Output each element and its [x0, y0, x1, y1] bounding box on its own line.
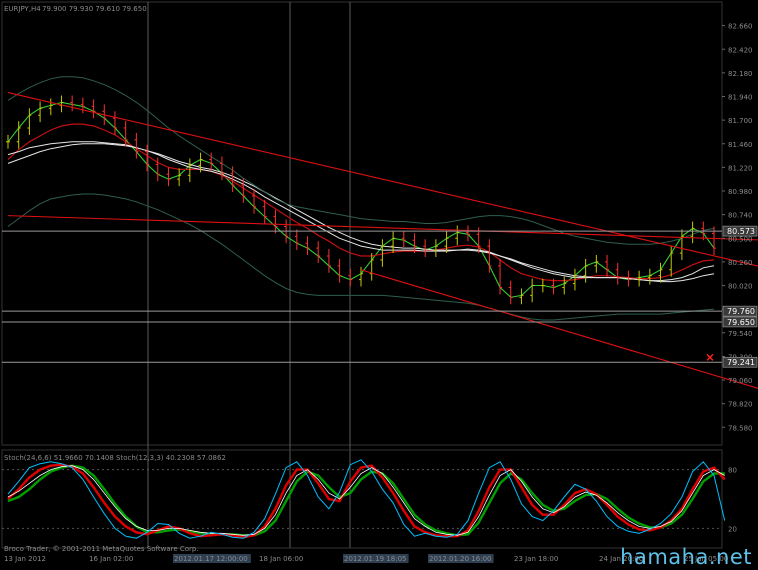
y-tick-label: 78.580: [728, 424, 753, 432]
y-tick-label: 82.660: [728, 23, 753, 31]
price-chart: 80 20 82.660 82.420 82.180 81.940 81.700 81.46…: [0, 0, 758, 570]
y-tick-label: 78.820: [728, 401, 753, 409]
y-tick-label: 79.060: [728, 377, 753, 385]
watermark: hamaha.net: [620, 545, 752, 569]
y-tick-label: 82.420: [728, 46, 753, 54]
ohlc-readout: 79.900 79.930 79.610 79.650: [42, 5, 147, 13]
x-tick-label: 16 Jan 02:00: [89, 555, 133, 563]
y-tick-label: 80.980: [728, 188, 753, 196]
stoch-level-label: 80: [728, 467, 737, 475]
y-tick-label: 82.180: [728, 70, 753, 78]
stoch-level-label: 20: [728, 525, 737, 533]
price-tag-label: 80.573: [727, 227, 755, 236]
x-tick-label: 2012.01.17 12:00:00: [174, 555, 248, 563]
chart-title: EURJPY,H4: [4, 5, 41, 13]
y-tick-label: 81.940: [728, 94, 753, 102]
x-tick-label: 2012.01.19 18:05: [344, 555, 406, 563]
y-tick-label: 81.700: [728, 117, 753, 125]
price-tag-label: 79.241: [727, 358, 755, 367]
y-tick-label: 79.540: [728, 330, 753, 338]
y-tick-label: 80.500: [728, 235, 753, 243]
y-tick-label: 80.740: [728, 212, 753, 220]
price-tag-label: 79.760: [727, 307, 755, 316]
y-tick-label: 81.460: [728, 141, 753, 149]
footer-copyright: Broco Trader, © 2001-2011 MetaQuotes Sof…: [4, 545, 199, 553]
y-tick-label: 80.260: [728, 259, 753, 267]
x-tick-label: 23 Jan 18:00: [514, 555, 558, 563]
y-tick-label: 80.020: [728, 283, 753, 291]
price-tag-label: 79.650: [727, 318, 755, 327]
x-tick-label: 18 Jan 06:00: [259, 555, 303, 563]
y-tick-label: 81.220: [728, 164, 753, 172]
x-tick-label: 2012.01.20 16:00: [429, 555, 491, 563]
x-tick-label: 13 Jan 2012: [4, 555, 46, 563]
stochastic-label: Stoch(24,6,6) 51.9660 70.1408 Stoch(12,3…: [4, 454, 226, 462]
